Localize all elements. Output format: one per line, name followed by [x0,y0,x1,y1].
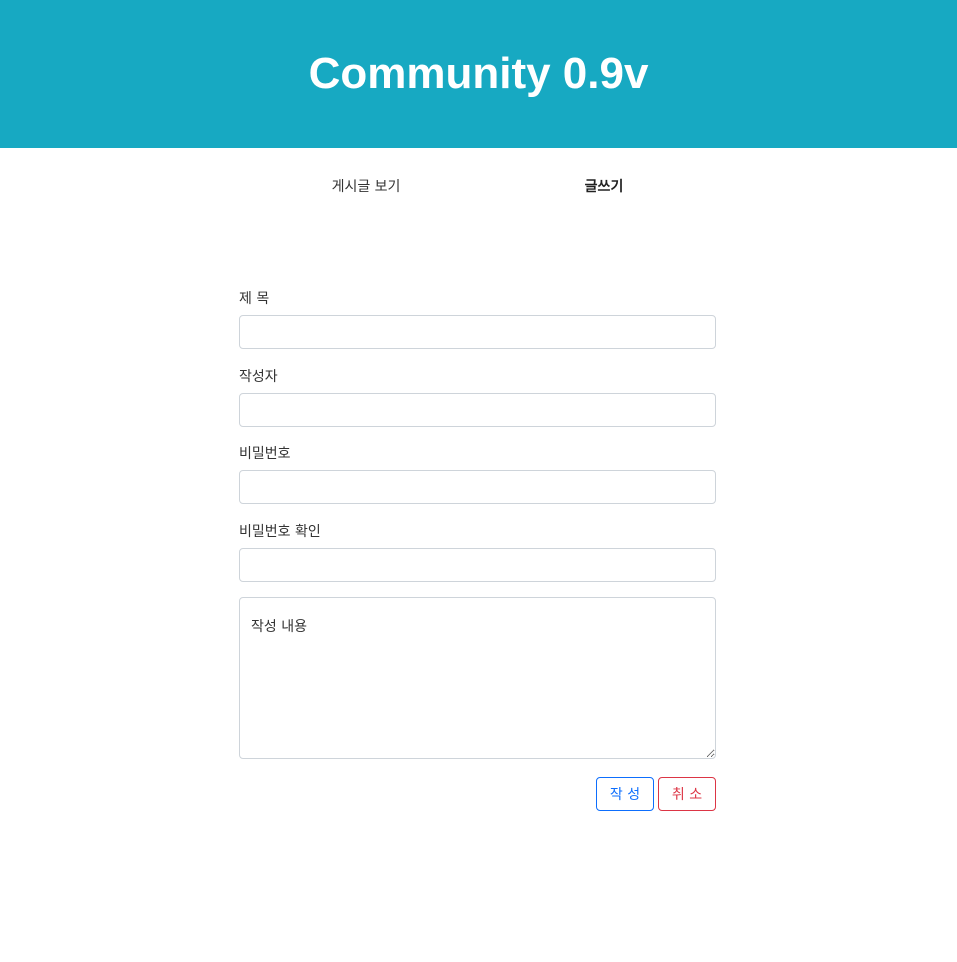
nav-write[interactable]: 글쓰기 [585,176,624,196]
site-title: Community 0.9v [308,49,649,98]
password-input[interactable] [239,470,716,504]
submit-button[interactable]: 작 성 [596,777,654,811]
password-confirm-input[interactable] [239,548,716,582]
password-confirm-label: 비밀번호 확인 [239,524,321,540]
cancel-button[interactable]: 취 소 [658,777,716,811]
content-textarea[interactable] [239,597,716,759]
author-input[interactable] [239,393,716,427]
site-header: Community 0.9v [0,0,957,148]
author-label: 작성자 [239,369,278,385]
nav-view-posts[interactable]: 게시글 보기 [332,176,401,196]
title-input[interactable] [239,315,716,349]
password-label: 비밀번호 [239,446,291,462]
title-label: 제 목 [239,291,270,307]
